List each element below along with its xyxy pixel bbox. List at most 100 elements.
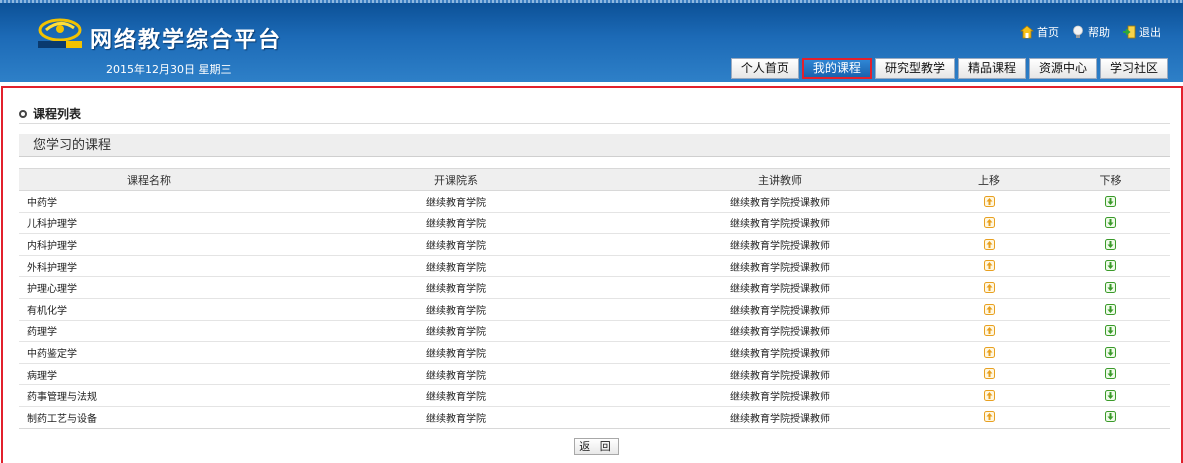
move-up-icon[interactable] [983, 389, 995, 401]
move-up-cell [927, 233, 1051, 256]
teacher-cell: 继续教育学院授课教师 [633, 406, 927, 429]
top-links: 首页 帮助 退出 [1020, 24, 1161, 40]
department-cell: 继续教育学院 [279, 255, 633, 278]
move-up-icon[interactable] [983, 325, 995, 337]
teacher-cell: 继续教育学院授课教师 [633, 384, 927, 407]
teacher-cell: 继续教育学院授课教师 [633, 298, 927, 321]
course-name-cell[interactable]: 药事管理与法规 [19, 384, 279, 407]
course-name-cell[interactable]: 有机化学 [19, 298, 279, 321]
exit-icon [1123, 25, 1136, 39]
move-up-icon[interactable] [983, 195, 995, 207]
move-up-icon[interactable] [983, 368, 995, 380]
table-row: 中药鉴定学 继续教育学院 继续教育学院授课教师 [19, 341, 1170, 364]
move-up-cell [927, 363, 1051, 386]
move-down-icon[interactable] [1105, 368, 1116, 380]
tab-quality-courses[interactable]: 精品课程 [957, 58, 1026, 79]
move-down-icon[interactable] [1105, 303, 1116, 315]
table-row: 外科护理学 继续教育学院 继续教育学院授课教师 [19, 255, 1170, 278]
teacher-cell: 继续教育学院授课教师 [633, 341, 927, 364]
move-up-icon[interactable] [983, 346, 995, 358]
exit-link-label: 退出 [1139, 26, 1161, 39]
table-header-row: 课程名称 开课院系 主讲教师 上移 下移 [19, 168, 1170, 191]
move-down-icon[interactable] [1105, 346, 1116, 358]
move-down-cell [1051, 341, 1170, 364]
table-row: 中药学 继续教育学院 继续教育学院授课教师 [19, 190, 1170, 213]
move-up-cell [927, 276, 1051, 299]
teacher-cell: 继续教育学院授课教师 [633, 190, 927, 213]
department-cell: 继续教育学院 [279, 298, 633, 321]
teacher-cell: 继续教育学院授课教师 [633, 233, 927, 256]
back-button[interactable]: 返 回 [574, 438, 619, 455]
tab-learning-community[interactable]: 学习社区 [1099, 58, 1168, 79]
course-name-cell[interactable]: 外科护理学 [19, 255, 279, 278]
move-up-cell [927, 384, 1051, 407]
date-display: 2015年12月30日 星期三 [106, 63, 232, 76]
move-down-cell [1051, 320, 1170, 343]
department-cell: 继续教育学院 [279, 341, 633, 364]
move-down-icon[interactable] [1105, 411, 1116, 423]
move-up-icon[interactable] [983, 260, 995, 272]
course-name-cell[interactable]: 内科护理学 [19, 233, 279, 256]
my-courses-subheader: 您学习的课程 [19, 134, 1170, 157]
move-up-icon[interactable] [983, 217, 995, 229]
move-up-icon[interactable] [983, 281, 995, 293]
move-up-icon[interactable] [983, 303, 995, 315]
home-icon [1020, 25, 1034, 39]
col-department: 开课院系 [279, 168, 633, 191]
teacher-cell: 继续教育学院授课教师 [633, 276, 927, 299]
move-down-icon[interactable] [1105, 238, 1116, 250]
table-row: 护理心理学 继续教育学院 继续教育学院授课教师 [19, 276, 1170, 299]
tab-resource-center[interactable]: 资源中心 [1028, 58, 1097, 79]
table-row: 内科护理学 继续教育学院 继续教育学院授课教师 [19, 233, 1170, 256]
department-cell: 继续教育学院 [279, 190, 633, 213]
course-name-cell[interactable]: 药理学 [19, 320, 279, 343]
course-name-cell[interactable]: 制药工艺与设备 [19, 406, 279, 429]
course-name-cell[interactable]: 中药学 [19, 190, 279, 213]
course-name-cell[interactable]: 中药鉴定学 [19, 341, 279, 364]
move-down-cell [1051, 276, 1170, 299]
exit-link[interactable]: 退出 [1122, 24, 1161, 40]
department-cell: 继续教育学院 [279, 212, 633, 235]
move-down-icon[interactable] [1105, 389, 1116, 401]
move-down-icon[interactable] [1105, 281, 1116, 293]
site-title: 网络教学综合平台 [90, 28, 283, 53]
tsinghua-logo-icon [38, 18, 82, 48]
course-name-cell[interactable]: 儿科护理学 [19, 212, 279, 235]
move-down-cell [1051, 190, 1170, 213]
table-row: 制药工艺与设备 继续教育学院 继续教育学院授课教师 [19, 406, 1170, 429]
move-up-cell [927, 320, 1051, 343]
move-up-cell [927, 255, 1051, 278]
tab-personal-home[interactable]: 个人首页 [730, 58, 799, 79]
move-down-cell [1051, 233, 1170, 256]
help-link[interactable]: 帮助 [1071, 24, 1110, 40]
col-move-up: 上移 [927, 168, 1051, 191]
home-link[interactable]: 首页 [1020, 24, 1059, 40]
move-up-icon[interactable] [983, 238, 995, 250]
section-title: 课程列表 [19, 105, 81, 122]
help-link-label: 帮助 [1088, 26, 1110, 39]
move-down-cell [1051, 298, 1170, 321]
home-link-label: 首页 [1037, 26, 1059, 39]
move-up-icon[interactable] [983, 411, 995, 423]
table-row: 药理学 继续教育学院 继续教育学院授课教师 [19, 320, 1170, 343]
move-up-cell [927, 190, 1051, 213]
department-cell: 继续教育学院 [279, 233, 633, 256]
move-down-cell [1051, 255, 1170, 278]
course-name-cell[interactable]: 病理学 [19, 363, 279, 386]
content-frame: 课程列表 您学习的课程 课程名称 开课院系 主讲教师 上移 下移 中药学 继续教育… [1, 86, 1183, 463]
bullet-circle-icon [19, 109, 27, 118]
move-down-icon[interactable] [1105, 260, 1116, 272]
move-down-icon[interactable] [1105, 217, 1116, 229]
section-title-text: 课程列表 [33, 107, 82, 121]
move-down-icon[interactable] [1105, 195, 1116, 207]
move-down-icon[interactable] [1105, 325, 1116, 337]
department-cell: 继续教育学院 [279, 320, 633, 343]
tab-research-teaching[interactable]: 研究型教学 [874, 58, 955, 79]
course-name-cell[interactable]: 护理心理学 [19, 276, 279, 299]
main-nav-tabs: 个人首页 我的课程 研究型教学 精品课程 资源中心 学习社区 [730, 58, 1168, 79]
tab-my-courses[interactable]: 我的课程 [801, 58, 872, 79]
table-row: 病理学 继续教育学院 继续教育学院授课教师 [19, 363, 1170, 386]
header-banner: 网络教学综合平台 2015年12月30日 星期三 首页 帮助 退出 个人首页 我… [0, 0, 1183, 82]
table-row: 有机化学 继续教育学院 继续教育学院授课教师 [19, 298, 1170, 321]
department-cell: 继续教育学院 [279, 406, 633, 429]
